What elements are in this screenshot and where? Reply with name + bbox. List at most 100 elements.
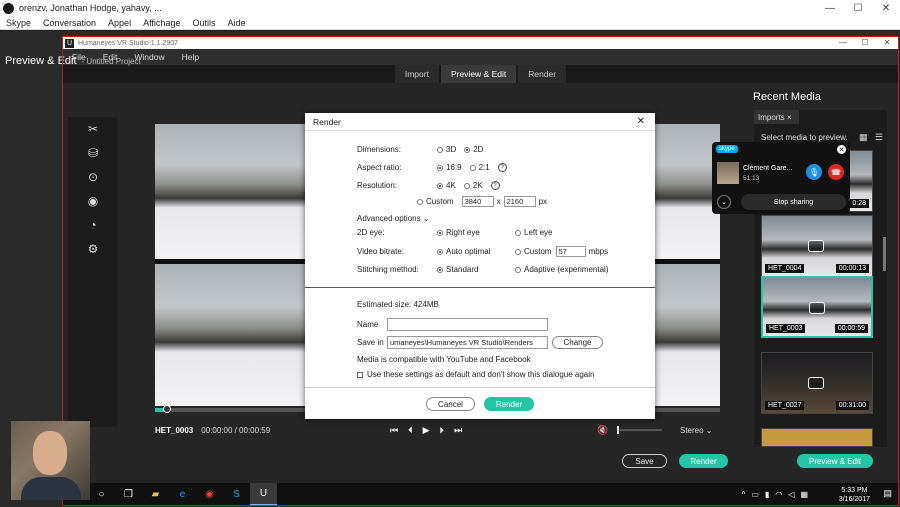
cortana-icon[interactable]: ○ xyxy=(88,483,115,506)
media-thumb-het-0003[interactable]: HET_0003 00:00:59 xyxy=(761,276,873,338)
name-input[interactable] xyxy=(387,318,548,331)
step-back-icon[interactable]: ⏴ xyxy=(408,425,413,436)
radio-auto-optimal-label: Auto optimal xyxy=(446,247,491,256)
vr-studio-taskbar-icon[interactable]: U xyxy=(250,483,277,506)
file-explorer-icon[interactable]: ▰ xyxy=(142,483,169,506)
radio-4k[interactable]: 4K xyxy=(437,181,456,190)
minimize-button[interactable]: — xyxy=(816,0,844,16)
media-duration: 00:00:59 xyxy=(834,324,868,333)
menu-outils[interactable]: Outils xyxy=(186,18,221,28)
radio-3d[interactable]: 3D xyxy=(437,145,456,154)
menu-help[interactable]: Help xyxy=(173,52,207,62)
step-forward-icon[interactable]: ⏵ xyxy=(440,425,445,436)
radio-custom-bitrate[interactable]: Custom xyxy=(515,247,552,256)
radio-standard[interactable]: Standard xyxy=(437,265,507,274)
name-label: Name xyxy=(357,320,379,329)
battery-icon[interactable]: ▮ xyxy=(765,490,769,499)
maximize-button[interactable]: ☐ xyxy=(844,0,872,16)
task-view-icon[interactable]: ❐ xyxy=(115,483,142,506)
radio-2k[interactable]: 2K xyxy=(463,181,483,190)
tab-render[interactable]: Render xyxy=(518,65,567,83)
chevron-down-icon[interactable]: ⌄ xyxy=(717,195,731,209)
taskbar-clock[interactable]: 5:33 PM 3/16/2017 xyxy=(839,486,870,504)
skype-window-title: orenzv, Jonathan Hodge, yahavy, ... xyxy=(19,3,162,13)
radio-right-eye[interactable]: Right eye xyxy=(437,228,507,237)
dialog-render-button[interactable]: Render xyxy=(484,397,534,411)
savein-input[interactable]: umaneyes\Humaneyes VR Studio\Renders xyxy=(387,336,548,349)
grid-view-icon[interactable]: ▦ xyxy=(859,132,868,143)
list-view-icon[interactable]: ☰ xyxy=(875,132,883,143)
timeline-handle[interactable] xyxy=(163,405,172,413)
preview-edit-button[interactable]: Preview & Edit xyxy=(797,454,873,468)
radio-custom-res[interactable]: Custom xyxy=(417,197,454,206)
level-icon[interactable]: ◔ xyxy=(68,213,118,237)
menu-aide[interactable]: Aide xyxy=(221,18,251,28)
width-input[interactable]: 3840 xyxy=(461,196,494,207)
height-input[interactable]: 2160 xyxy=(503,196,536,207)
radio-left-eye[interactable]: Left eye xyxy=(515,228,552,237)
scissors-icon[interactable]: ✂ xyxy=(68,117,118,141)
radio-2-1[interactable]: 2:1 xyxy=(469,163,490,172)
radio-16-9[interactable]: 16:9 xyxy=(437,163,462,172)
paint-bucket-icon[interactable]: ⛁ xyxy=(68,141,118,165)
compass-icon[interactable]: ◉ xyxy=(68,189,118,213)
chevron-up-icon[interactable]: ^ xyxy=(742,490,746,499)
edit-toolbar: ✂ ⛁ ⊙ ◉ ◔ ⚙ xyxy=(68,117,118,427)
app-minimize-button[interactable]: — xyxy=(832,37,854,49)
app-maximize-button[interactable]: ☐ xyxy=(854,37,876,49)
media-thumb-het-0004[interactable]: HET_0004 00:00:13 xyxy=(761,215,873,277)
network-icon[interactable]: ▭ xyxy=(751,490,759,499)
media-duration: 00:00:13 xyxy=(835,264,869,273)
skip-start-icon[interactable]: ⏮ xyxy=(390,425,398,436)
imports-tab[interactable]: Imports × xyxy=(754,110,799,124)
target-icon[interactable]: ⊙ xyxy=(68,165,118,189)
save-button[interactable]: Save xyxy=(622,454,667,468)
volume-slider[interactable] xyxy=(617,426,662,434)
overlay-close-icon[interactable]: ✕ xyxy=(837,145,846,154)
skip-end-icon[interactable]: ⏭ xyxy=(454,425,462,436)
microphone-icon[interactable]: 🎙 xyxy=(806,164,822,180)
menu-affichage[interactable]: Affichage xyxy=(137,18,186,28)
tab-preview-edit[interactable]: Preview & Edit xyxy=(440,65,517,83)
tab-import[interactable]: Import xyxy=(394,65,439,83)
app-close-button[interactable]: ✕ xyxy=(876,37,898,49)
advanced-options-toggle[interactable]: Advanced options ⌄ xyxy=(357,214,430,223)
audio-mode-select[interactable]: Stereo ⌄ xyxy=(680,426,713,435)
volume-icon[interactable]: ◁ xyxy=(788,490,794,499)
hang-up-icon[interactable]: ☎ xyxy=(828,164,844,180)
menu-conversation[interactable]: Conversation xyxy=(37,18,102,28)
wifi-icon[interactable]: ◠ xyxy=(775,490,782,499)
media-thumb-het-0027[interactable]: HET_0027 00:31:00 xyxy=(761,352,873,414)
menu-skype[interactable]: Skype xyxy=(0,18,37,28)
dialog-close-icon[interactable]: ✕ xyxy=(637,116,645,127)
change-button[interactable]: Change xyxy=(552,336,603,349)
clip-name: HET_0003 xyxy=(155,425,194,435)
skype-brand: skype xyxy=(716,145,738,153)
radio-auto-optimal[interactable]: Auto optimal xyxy=(437,247,507,256)
help-icon[interactable]: ? xyxy=(490,181,500,190)
app-title: Humaneyes VR Studio 1.1.2907 xyxy=(78,39,179,47)
name-row: Name xyxy=(357,318,548,331)
tools-icon[interactable]: ⚙ xyxy=(68,237,118,261)
stop-sharing-button[interactable]: Stop sharing xyxy=(741,194,846,210)
default-checkbox[interactable] xyxy=(357,371,363,378)
notification-icon[interactable]: ▤ xyxy=(883,488,892,499)
radio-3d-label: 3D xyxy=(446,145,457,154)
bitrate-input[interactable]: 57 xyxy=(555,246,586,257)
render-button[interactable]: Render xyxy=(679,454,728,468)
keyboard-icon[interactable]: ▦ xyxy=(800,490,808,499)
skype-taskbar-icon[interactable]: S xyxy=(223,483,250,506)
play-icon[interactable]: ▶ xyxy=(423,425,430,436)
cancel-button[interactable]: Cancel xyxy=(426,397,475,411)
radio-adaptive[interactable]: Adaptive (experimental) xyxy=(515,265,608,274)
mute-icon[interactable]: 🔇 xyxy=(597,425,608,436)
close-button[interactable]: ✕ xyxy=(872,0,900,16)
radio-2d[interactable]: 2D xyxy=(464,145,483,154)
chrome-icon[interactable]: ◉ xyxy=(196,483,223,506)
help-icon[interactable]: ? xyxy=(497,163,507,172)
edge-icon[interactable]: e xyxy=(169,483,196,506)
menu-appel[interactable]: Appel xyxy=(102,18,137,28)
recent-media-title: Recent Media xyxy=(753,91,821,103)
recent-media-scrollbar[interactable] xyxy=(883,237,886,271)
media-thumb-5[interactable] xyxy=(761,428,873,447)
